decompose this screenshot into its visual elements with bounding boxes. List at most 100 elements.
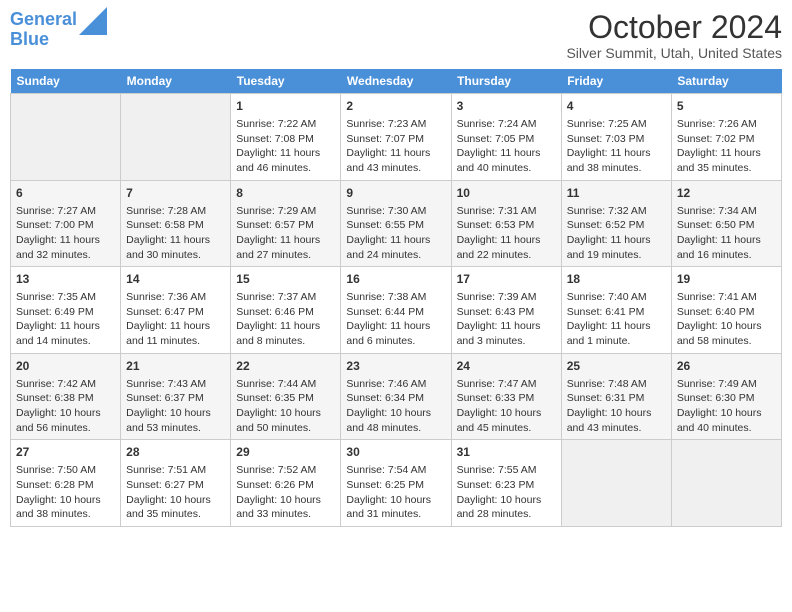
day-info: Sunrise: 7:27 AMSunset: 7:00 PMDaylight:… xyxy=(16,204,115,263)
day-info: Sunrise: 7:44 AMSunset: 6:35 PMDaylight:… xyxy=(236,377,335,436)
page-header: GeneralBlue October 2024 Silver Summit, … xyxy=(10,10,782,61)
day-info: Sunrise: 7:37 AMSunset: 6:46 PMDaylight:… xyxy=(236,290,335,349)
calendar-cell: 3 Sunrise: 7:24 AMSunset: 7:05 PMDaylight… xyxy=(451,94,561,181)
day-info: Sunrise: 7:39 AMSunset: 6:43 PMDaylight:… xyxy=(457,290,556,349)
calendar-cell: 31Sunrise: 7:55 AMSunset: 6:23 PMDayligh… xyxy=(451,440,561,527)
day-header-saturday: Saturday xyxy=(671,69,781,94)
day-info: Sunrise: 7:22 AMSunset: 7:08 PMDaylight:… xyxy=(236,117,335,176)
day-number: 13 xyxy=(16,271,115,288)
day-header-wednesday: Wednesday xyxy=(341,69,451,94)
calendar-cell: 20 Sunrise: 7:42 AMSunset: 6:38 PMDayligh… xyxy=(11,353,121,440)
day-info: Sunrise: 7:24 AMSunset: 7:05 PMDaylight:… xyxy=(457,117,556,176)
day-number: 11 xyxy=(567,185,666,202)
day-number: 4 xyxy=(567,98,666,115)
day-info: Sunrise: 7:25 AMSunset: 7:03 PMDaylight:… xyxy=(567,117,666,176)
calendar-body: 1Sunrise: 7:22 AMSunset: 7:08 PMDaylight… xyxy=(11,94,782,527)
calendar-cell xyxy=(671,440,781,527)
day-number: 25 xyxy=(567,358,666,375)
logo-icon xyxy=(79,7,107,35)
logo: GeneralBlue xyxy=(10,10,107,50)
calendar-week-3: 13Sunrise: 7:35 AMSunset: 6:49 PMDayligh… xyxy=(11,267,782,354)
day-info: Sunrise: 7:51 AMSunset: 6:27 PMDaylight:… xyxy=(126,463,225,522)
day-number: 28 xyxy=(126,444,225,461)
calendar-cell: 10 Sunrise: 7:31 AMSunset: 6:53 PMDayligh… xyxy=(451,180,561,267)
day-info: Sunrise: 7:34 AMSunset: 6:50 PMDaylight:… xyxy=(677,204,776,263)
day-number: 15 xyxy=(236,271,335,288)
day-header-thursday: Thursday xyxy=(451,69,561,94)
day-header-sunday: Sunday xyxy=(11,69,121,94)
day-info: Sunrise: 7:41 AMSunset: 6:40 PMDaylight:… xyxy=(677,290,776,349)
day-info: Sunrise: 7:49 AMSunset: 6:30 PMDaylight:… xyxy=(677,377,776,436)
day-info: Sunrise: 7:28 AMSunset: 6:58 PMDaylight:… xyxy=(126,204,225,263)
day-number: 26 xyxy=(677,358,776,375)
calendar-cell: 30Sunrise: 7:54 AMSunset: 6:25 PMDayligh… xyxy=(341,440,451,527)
calendar-cell: 26 Sunrise: 7:49 AMSunset: 6:30 PMDayligh… xyxy=(671,353,781,440)
day-number: 29 xyxy=(236,444,335,461)
calendar-cell: 18 Sunrise: 7:40 AMSunset: 6:41 PMDayligh… xyxy=(561,267,671,354)
calendar-cell: 16 Sunrise: 7:38 AMSunset: 6:44 PMDayligh… xyxy=(341,267,451,354)
day-info: Sunrise: 7:55 AMSunset: 6:23 PMDaylight:… xyxy=(457,463,556,522)
day-info: Sunrise: 7:29 AMSunset: 6:57 PMDaylight:… xyxy=(236,204,335,263)
day-number: 6 xyxy=(16,185,115,202)
day-info: Sunrise: 7:23 AMSunset: 7:07 PMDaylight:… xyxy=(346,117,445,176)
day-header-tuesday: Tuesday xyxy=(231,69,341,94)
day-header-monday: Monday xyxy=(121,69,231,94)
day-number: 16 xyxy=(346,271,445,288)
day-info: Sunrise: 7:38 AMSunset: 6:44 PMDaylight:… xyxy=(346,290,445,349)
day-info: Sunrise: 7:52 AMSunset: 6:26 PMDaylight:… xyxy=(236,463,335,522)
day-number: 9 xyxy=(346,185,445,202)
calendar-cell: 22 Sunrise: 7:44 AMSunset: 6:35 PMDayligh… xyxy=(231,353,341,440)
day-number: 8 xyxy=(236,185,335,202)
calendar-cell: 27 Sunrise: 7:50 AMSunset: 6:28 PMDayligh… xyxy=(11,440,121,527)
day-info: Sunrise: 7:42 AMSunset: 6:38 PMDaylight:… xyxy=(16,377,115,436)
calendar-cell: 5Sunrise: 7:26 AMSunset: 7:02 PMDaylight… xyxy=(671,94,781,181)
day-info: Sunrise: 7:46 AMSunset: 6:34 PMDaylight:… xyxy=(346,377,445,436)
day-number: 2 xyxy=(346,98,445,115)
calendar-cell: 8 Sunrise: 7:29 AMSunset: 6:57 PMDaylight… xyxy=(231,180,341,267)
header-row: SundayMondayTuesdayWednesdayThursdayFrid… xyxy=(11,69,782,94)
day-number: 27 xyxy=(16,444,115,461)
calendar-cell: 21Sunrise: 7:43 AMSunset: 6:37 PMDayligh… xyxy=(121,353,231,440)
day-info: Sunrise: 7:30 AMSunset: 6:55 PMDaylight:… xyxy=(346,204,445,263)
calendar-cell xyxy=(11,94,121,181)
day-number: 7 xyxy=(126,185,225,202)
calendar-cell: 4 Sunrise: 7:25 AMSunset: 7:03 PMDaylight… xyxy=(561,94,671,181)
calendar-cell: 7 Sunrise: 7:28 AMSunset: 6:58 PMDaylight… xyxy=(121,180,231,267)
day-number: 22 xyxy=(236,358,335,375)
day-info: Sunrise: 7:40 AMSunset: 6:41 PMDaylight:… xyxy=(567,290,666,349)
day-info: Sunrise: 7:50 AMSunset: 6:28 PMDaylight:… xyxy=(16,463,115,522)
calendar-cell: 23 Sunrise: 7:46 AMSunset: 6:34 PMDayligh… xyxy=(341,353,451,440)
calendar-week-5: 27 Sunrise: 7:50 AMSunset: 6:28 PMDayligh… xyxy=(11,440,782,527)
calendar-cell: 19Sunrise: 7:41 AMSunset: 6:40 PMDayligh… xyxy=(671,267,781,354)
title-block: October 2024 Silver Summit, Utah, United… xyxy=(566,10,782,61)
calendar-table: SundayMondayTuesdayWednesdayThursdayFrid… xyxy=(10,69,782,527)
calendar-cell: 11 Sunrise: 7:32 AMSunset: 6:52 PMDayligh… xyxy=(561,180,671,267)
day-info: Sunrise: 7:54 AMSunset: 6:25 PMDaylight:… xyxy=(346,463,445,522)
calendar-cell: 25 Sunrise: 7:48 AMSunset: 6:31 PMDayligh… xyxy=(561,353,671,440)
calendar-cell: 6 Sunrise: 7:27 AMSunset: 7:00 PMDaylight… xyxy=(11,180,121,267)
day-info: Sunrise: 7:48 AMSunset: 6:31 PMDaylight:… xyxy=(567,377,666,436)
day-info: Sunrise: 7:31 AMSunset: 6:53 PMDaylight:… xyxy=(457,204,556,263)
calendar-cell: 9 Sunrise: 7:30 AMSunset: 6:55 PMDaylight… xyxy=(341,180,451,267)
day-number: 17 xyxy=(457,271,556,288)
day-number: 12 xyxy=(677,185,776,202)
day-number: 24 xyxy=(457,358,556,375)
day-number: 10 xyxy=(457,185,556,202)
calendar-cell: 13Sunrise: 7:35 AMSunset: 6:49 PMDayligh… xyxy=(11,267,121,354)
day-number: 20 xyxy=(16,358,115,375)
calendar-cell: 12 Sunrise: 7:34 AMSunset: 6:50 PMDayligh… xyxy=(671,180,781,267)
day-number: 3 xyxy=(457,98,556,115)
day-number: 18 xyxy=(567,271,666,288)
logo-text: GeneralBlue xyxy=(10,10,77,50)
calendar-week-4: 20 Sunrise: 7:42 AMSunset: 6:38 PMDayligh… xyxy=(11,353,782,440)
calendar-cell: 28 Sunrise: 7:51 AMSunset: 6:27 PMDayligh… xyxy=(121,440,231,527)
day-number: 14 xyxy=(126,271,225,288)
day-info: Sunrise: 7:32 AMSunset: 6:52 PMDaylight:… xyxy=(567,204,666,263)
calendar-cell xyxy=(121,94,231,181)
calendar-cell: 14Sunrise: 7:36 AMSunset: 6:47 PMDayligh… xyxy=(121,267,231,354)
day-info: Sunrise: 7:43 AMSunset: 6:37 PMDaylight:… xyxy=(126,377,225,436)
calendar-header: SundayMondayTuesdayWednesdayThursdayFrid… xyxy=(11,69,782,94)
calendar-cell: 24Sunrise: 7:47 AMSunset: 6:33 PMDayligh… xyxy=(451,353,561,440)
calendar-cell: 29 Sunrise: 7:52 AMSunset: 6:26 PMDayligh… xyxy=(231,440,341,527)
day-number: 23 xyxy=(346,358,445,375)
